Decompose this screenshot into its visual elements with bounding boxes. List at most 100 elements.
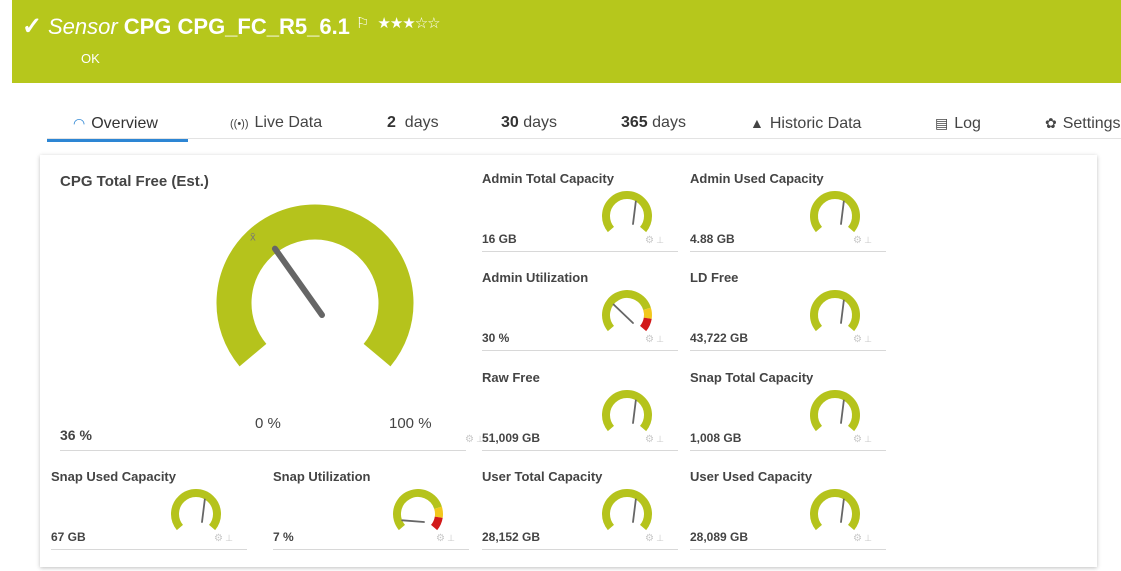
gauge-label: LD Free xyxy=(690,270,739,285)
tab-live-data[interactable]: ((•)) Live Data xyxy=(230,106,322,140)
pin-icon[interactable]: ⊥ xyxy=(864,533,872,544)
card-divider xyxy=(482,549,678,550)
settings-icon[interactable]: ⚙ xyxy=(853,334,862,345)
flag-icon[interactable]: ⚐ xyxy=(356,15,369,32)
gauge-arc xyxy=(602,390,652,432)
settings-icon[interactable]: ⚙ xyxy=(645,235,654,246)
card-divider xyxy=(482,251,678,252)
gauge-arc xyxy=(810,390,860,432)
gauge-arc xyxy=(810,290,860,332)
gauge-warning-zone xyxy=(434,506,443,518)
gauge-needle xyxy=(840,200,845,225)
mean-marker: x̄ xyxy=(250,232,256,244)
gauge-ok-zone xyxy=(602,290,651,332)
status-check-icon: ✓ xyxy=(22,13,43,40)
card-divider xyxy=(690,350,886,351)
tab-label: days xyxy=(652,114,686,131)
gauge-label: Snap Utilization xyxy=(273,469,371,484)
gauge-arc xyxy=(602,489,652,531)
gauge-needle xyxy=(271,245,325,318)
settings-icon[interactable]: ⚙ xyxy=(853,533,862,544)
status-text: OK xyxy=(81,51,100,66)
tab-label: Overview xyxy=(91,115,158,132)
gauge-value: 36 % xyxy=(60,427,92,443)
sensor-header: ✓ Sensor CPG CPG_FC_R5_6.1 ⚐ ★★★☆☆ OK xyxy=(12,0,1121,83)
card-divider xyxy=(690,450,886,451)
pin-icon[interactable]: ⊥ xyxy=(864,235,872,246)
gauge-label: Admin Utilization xyxy=(482,270,589,285)
gauge-value: 28,089 GB xyxy=(690,530,749,544)
gauge-arc xyxy=(810,191,860,233)
gauge-label: User Used Capacity xyxy=(690,469,813,484)
tab-historic-data[interactable]: ▲ Historic Data xyxy=(750,106,861,140)
gauge-label: Snap Used Capacity xyxy=(51,469,176,484)
main-gauge: x̄ xyxy=(216,204,414,367)
area-chart-icon: ▲ xyxy=(750,115,764,131)
settings-icon[interactable]: ⚙ xyxy=(436,533,445,544)
settings-icon[interactable]: ⚙ xyxy=(214,533,223,544)
tab-log[interactable]: ▤ Log xyxy=(935,106,981,140)
gauge-value: 51,009 GB xyxy=(482,431,541,445)
gauge-value: 16 GB xyxy=(482,232,517,246)
card-divider xyxy=(273,549,469,550)
page-title: Sensor CPG CPG_FC_R5_6.1 ⚐ ★★★☆☆ xyxy=(48,14,441,40)
gauge-value: 28,152 GB xyxy=(482,530,541,544)
pin-icon[interactable]: ⊥ xyxy=(656,334,664,345)
card-divider xyxy=(482,450,678,451)
tab-number: 2 xyxy=(387,114,396,131)
settings-icon[interactable]: ⚙ xyxy=(853,434,862,445)
sensor-name: CPG CPG_FC_R5_6.1 xyxy=(123,14,350,39)
priority-stars[interactable]: ★★★☆☆ xyxy=(377,15,440,32)
gauge-error-zone xyxy=(639,317,652,332)
card-divider xyxy=(690,549,886,550)
gauge-card-ld-free: LD Free 43,722 GB ⚙ ⊥ xyxy=(690,270,886,351)
pin-icon[interactable]: ⊥ xyxy=(656,533,664,544)
gauge-card-user-total-capacity: User Total Capacity 28,152 GB ⚙ ⊥ xyxy=(482,469,678,550)
tab-2-days[interactable]: 2 days xyxy=(387,106,439,140)
tab-number: 365 xyxy=(621,114,648,131)
gauge-needle xyxy=(201,498,206,523)
gauge-value: 30 % xyxy=(482,331,510,345)
settings-icon[interactable]: ⚙ xyxy=(465,434,474,445)
gauge-label: Snap Total Capacity xyxy=(690,370,814,385)
gauge-needle xyxy=(612,303,634,324)
tab-number: 30 xyxy=(501,114,519,131)
settings-icon[interactable]: ⚙ xyxy=(645,533,654,544)
pin-icon[interactable]: ⊥ xyxy=(447,533,455,544)
gauge-value: 4.88 GB xyxy=(690,232,735,246)
gauge-card-admin-utilization: Admin Utilization 30 % ⚙ ⊥ xyxy=(482,270,678,351)
pin-icon[interactable]: ⊥ xyxy=(864,334,872,345)
gauge-needle xyxy=(840,498,845,523)
settings-icon[interactable]: ⚙ xyxy=(645,434,654,445)
card-divider xyxy=(690,251,886,252)
scale-max: 100 % xyxy=(389,415,432,432)
tab-overview[interactable]: ◠ Overview xyxy=(47,106,188,142)
tab-label: Historic Data xyxy=(769,115,862,132)
tab-365-days[interactable]: 365 days xyxy=(621,106,686,140)
gauge-label: CPG Total Free (Est.) xyxy=(60,173,209,190)
overview-panel: CPG Total Free (Est.) x̄ 0 % 100 % 36 % … xyxy=(40,155,1097,567)
gauge-card-raw-free: Raw Free 51,009 GB ⚙ ⊥ xyxy=(482,370,678,451)
pin-icon[interactable]: ⊥ xyxy=(864,434,872,445)
pin-icon[interactable]: ⊥ xyxy=(656,434,664,445)
gauge-arc xyxy=(216,204,414,367)
gauge-needle xyxy=(632,498,637,523)
tab-divider xyxy=(47,138,1121,139)
gauge-card-snap-utilization: Snap Utilization 7 % ⚙ ⊥ xyxy=(273,469,469,550)
sensor-kind: Sensor xyxy=(48,14,118,39)
pin-icon[interactable]: ⊥ xyxy=(656,235,664,246)
list-icon: ▤ xyxy=(935,115,949,131)
tab-bar: ◠ Overview ((•)) Live Data 2 days 30 days … xyxy=(0,106,1121,142)
settings-icon[interactable]: ⚙ xyxy=(853,235,862,246)
gauge-value: 1,008 GB xyxy=(690,431,742,445)
tab-label: Log xyxy=(954,115,981,132)
card-divider xyxy=(482,350,678,351)
pin-icon[interactable]: ⊥ xyxy=(225,533,233,544)
card-divider xyxy=(60,450,466,451)
settings-icon[interactable]: ⚙ xyxy=(645,334,654,345)
gauge-card-user-used-capacity: User Used Capacity 28,089 GB ⚙ ⊥ xyxy=(690,469,886,550)
gauge-arc xyxy=(171,489,221,531)
tab-settings[interactable]: ✿ Settings xyxy=(1045,106,1121,140)
tab-30-days[interactable]: 30 days xyxy=(501,106,557,140)
gauge-error-zone xyxy=(430,516,443,531)
